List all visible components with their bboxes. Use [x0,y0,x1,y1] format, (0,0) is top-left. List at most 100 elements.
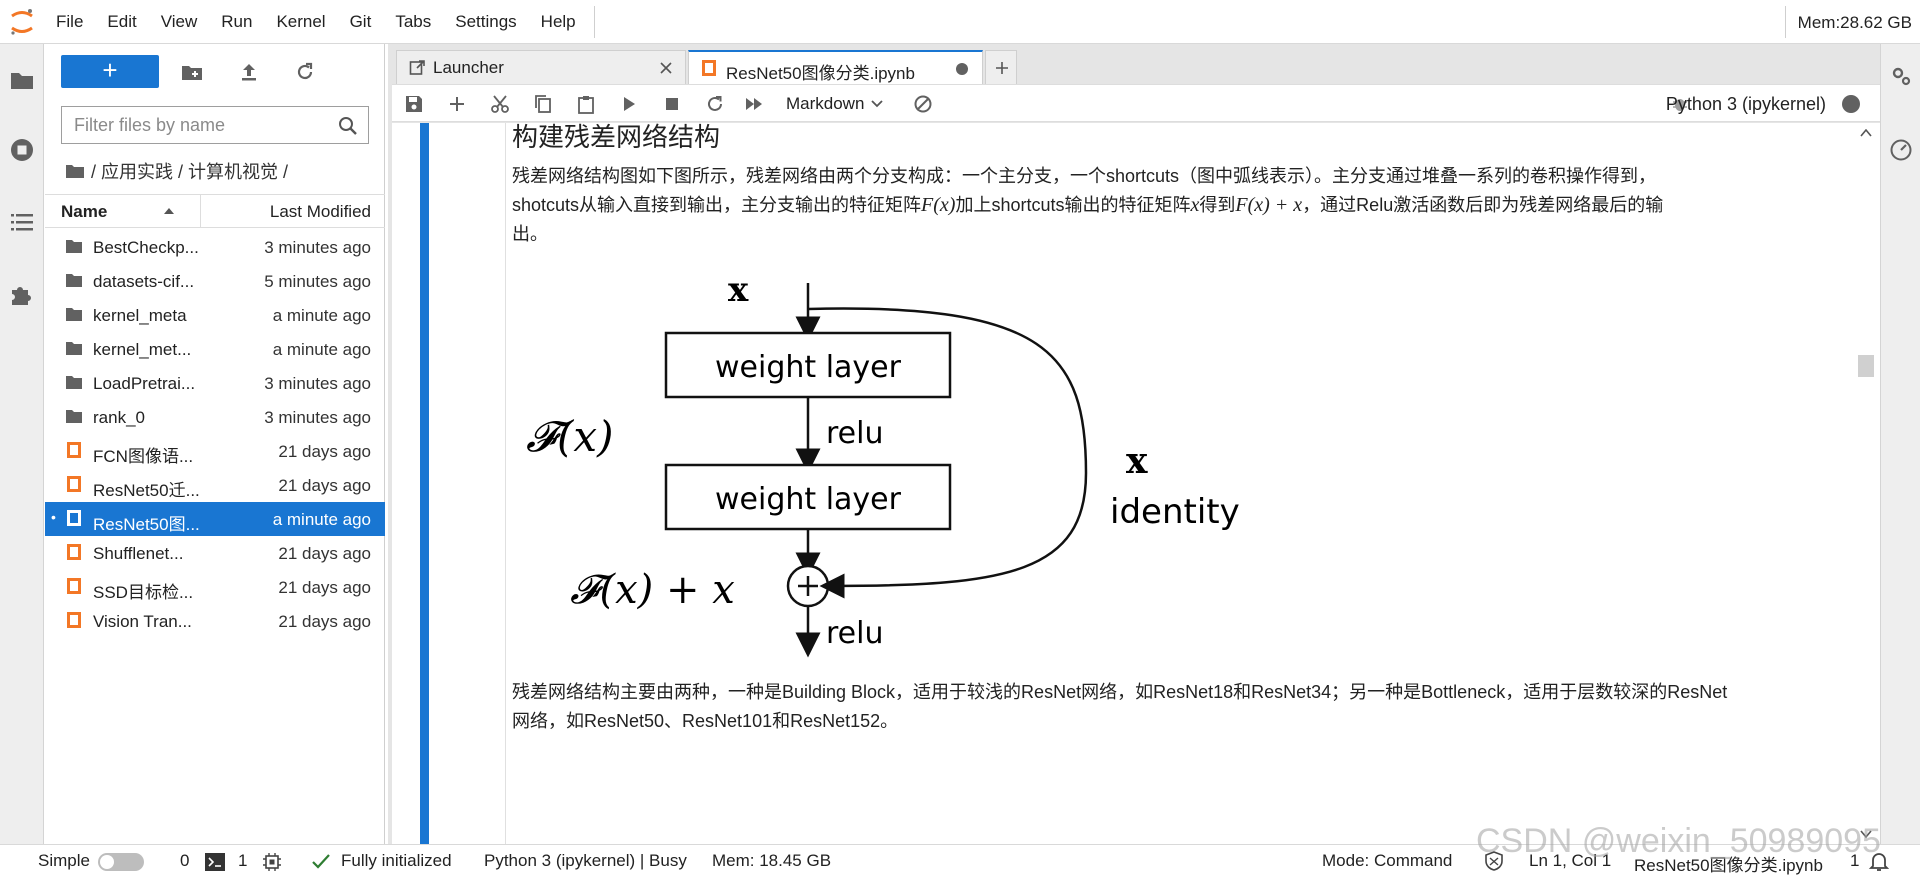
file-row[interactable]: datasets-cif... 5 minutes ago [45,264,385,298]
new-tab-button[interactable] [985,50,1017,84]
file-modified: a minute ago [272,510,371,529]
upload-icon[interactable] [237,60,261,84]
tab-label: Launcher [433,58,504,77]
stop-icon[interactable] [662,94,682,114]
file-row[interactable]: • ResNet50图... a minute ago [45,502,385,536]
file-row[interactable]: BestCheckp... 3 minutes ago [45,230,385,264]
new-folder-icon[interactable] [180,60,204,84]
notebook-icon [67,510,81,526]
vertical-scrollbar[interactable] [1856,123,1876,844]
file-modified: 3 minutes ago [264,238,371,257]
file-name: datasets-cif... [93,272,195,291]
scrollbar-thumb[interactable] [1858,355,1874,377]
folder-icon[interactable] [8,66,36,94]
file-filter-box [61,106,369,144]
diagram-weight-layer-2: weight layer [715,482,902,517]
residual-block-diagram: x weight layer relu weight layer 𝓕(x) x … [526,273,1240,658]
fast-forward-icon[interactable] [744,94,764,114]
paragraph-line: shotcuts从输入直接到输出，主分支输出的特征矩阵F(x)加上shortcu… [512,190,1663,220]
terminal-icon [205,853,225,871]
file-modified: a minute ago [272,340,371,359]
menu-tabs[interactable]: Tabs [383,12,443,32]
menu-view[interactable]: View [149,12,210,32]
file-row[interactable]: kernel_met... a minute ago [45,332,385,366]
file-row[interactable]: SSD目标检... 21 days ago [45,570,385,604]
file-name: LoadPretrai... [93,374,196,393]
new-launcher-button[interactable]: + [61,55,159,88]
paragraph-line: 残差网络结构图如下图所示，残差网络由两个分支构成：一个主分支，一个shortcu… [512,166,1657,186]
tab-bar: Launcher ResNet50图像分类.ipynb [388,44,1880,84]
paste-icon[interactable] [576,94,596,114]
math-fx: F(x) [921,194,956,216]
menu-kernel[interactable]: Kernel [264,12,337,32]
file-row[interactable]: FCN图像语... 21 days ago [45,434,385,468]
file-name: Vision Tran... [93,612,192,631]
file-name: ResNet50图... [93,515,200,534]
file-modified: 5 minutes ago [264,272,371,291]
launcher-icon [409,60,425,75]
cut-icon[interactable] [490,94,510,114]
column-name[interactable]: Name [61,202,107,222]
file-row[interactable]: kernel_meta a minute ago [45,298,385,332]
tab-launcher[interactable]: Launcher [396,50,686,84]
refresh-icon[interactable] [293,60,317,84]
text-span: 得到 [1199,195,1236,215]
file-name: FCN图像语... [93,447,194,466]
file-row[interactable]: Shufflenet... 21 days ago [45,536,385,570]
diagram-relu-mid: relu [826,416,883,451]
diagram-input-x: x [728,273,749,310]
debugger-gauge-icon[interactable] [1889,138,1913,162]
file-modified: 3 minutes ago [264,374,371,393]
table-of-contents-icon[interactable] [8,208,36,236]
menu-run[interactable]: Run [209,12,264,32]
memory-usage: Mem: 18.45 GB [712,851,832,870]
insert-cell-icon[interactable] [447,94,467,114]
column-divider [200,195,201,228]
close-icon[interactable] [659,61,673,75]
filter-input[interactable] [62,107,322,143]
markdown-cell[interactable]: 构建残差网络结构 残差网络结构图如下图所示，残差网络由两个分支构成：一个主分支，… [505,122,1793,844]
diagram-identity-label: identity [1110,492,1240,532]
paragraph-line: 出。 [512,224,548,244]
file-name: rank_0 [93,408,145,427]
initialized-check-icon [312,854,330,869]
menu-help[interactable]: Help [529,12,588,32]
kernel-busy-indicator-icon [1842,95,1860,113]
extension-puzzle-icon[interactable] [8,280,36,308]
copy-icon[interactable] [533,94,553,114]
property-inspector-gears-icon[interactable] [1889,64,1913,88]
unsaved-dot-icon[interactable] [956,63,968,75]
git-diff-icon[interactable] [912,93,934,115]
kernel-name-button[interactable]: Python 3 (ipykernel) [1666,94,1826,115]
file-row[interactable]: ResNet50迁... 21 days ago [45,468,385,502]
paragraph-line: 网络，如ResNet50、ResNet101和ResNet152。 [512,711,899,731]
folder-icon [66,410,82,423]
column-last-modified[interactable]: Last Modified [270,202,371,222]
breadcrumb[interactable]: / 应用实践 / 计算机视觉 / [65,158,288,184]
restart-icon[interactable] [705,94,725,114]
tab-notebook[interactable]: ResNet50图像分类.ipynb [688,50,983,84]
file-row[interactable]: LoadPretrai... 3 minutes ago [45,366,385,400]
simple-mode-toggle[interactable] [98,853,144,871]
run-icon[interactable] [619,94,639,114]
running-icon[interactable] [8,136,36,164]
file-row[interactable]: Vision Tran... 21 days ago [45,604,385,638]
file-row[interactable]: rank_0 3 minutes ago [45,400,385,434]
menu-edit[interactable]: Edit [95,12,148,32]
menu-settings[interactable]: Settings [443,12,528,32]
menu-git[interactable]: Git [338,12,384,32]
cell-type-dropdown[interactable]: Markdown [786,94,884,114]
notebook-mode: Mode: Command [1322,851,1453,870]
terminal-count[interactable]: 0 [180,851,189,871]
folder-icon [66,308,82,321]
save-icon[interactable] [404,94,424,114]
menu-file[interactable]: File [44,12,95,32]
right-activity-bar [1880,44,1920,844]
text-span: 加上shortcuts输出的特征矩阵 [955,195,1191,215]
scroll-up-icon[interactable] [1860,129,1872,137]
kernel-count[interactable]: 1 [238,851,247,871]
kernel-status[interactable]: Python 3 (ipykernel) | Busy [484,851,687,871]
breadcrumb-path[interactable]: / 应用实践 / 计算机视觉 / [91,158,288,184]
watermark-text: CSDN @weixin_50989095 [1476,822,1881,860]
file-list-header: Name Last Modified [45,194,385,228]
